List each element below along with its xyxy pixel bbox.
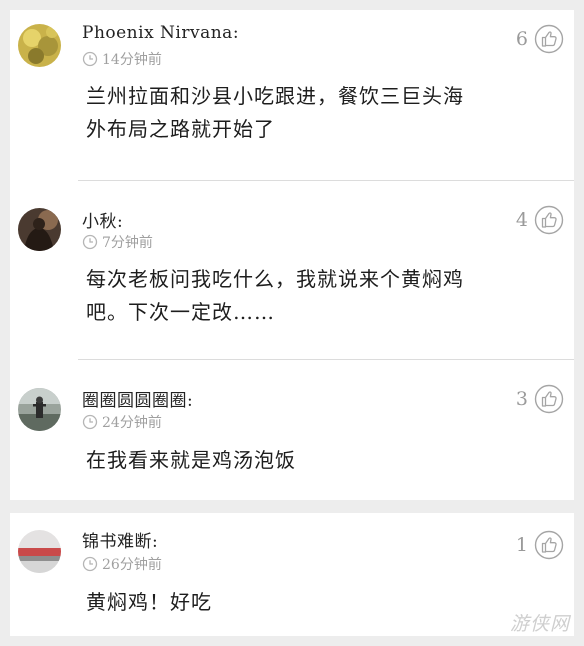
like-button[interactable]: 3: [516, 384, 564, 414]
timestamp-row: 14分钟前: [82, 50, 162, 68]
comment-text-line: 在我看来就是鸡汤泡饭: [86, 448, 296, 472]
like-button[interactable]: 1: [516, 530, 564, 560]
comment-text: 在我看来就是鸡汤泡饭: [86, 444, 556, 477]
timestamp: 14分钟前: [102, 52, 162, 68]
comment-text-line: 吧。下次一定改……: [86, 300, 275, 324]
comment-item: 圈圈圆圆圈圈: 24分钟前 3 在我看来就是鸡汤泡饭: [10, 360, 574, 500]
timestamp: 26分钟前: [102, 557, 162, 573]
clock-icon: [82, 556, 98, 572]
timestamp-row: 26分钟前: [82, 555, 162, 573]
clock-icon: [82, 234, 98, 250]
avatar[interactable]: [18, 388, 61, 431]
timestamp: 7分钟前: [102, 235, 153, 251]
comment-item: Phoenix Nirvana: 14分钟前 6 兰州拉面和沙县小吃跟进，餐饮三…: [10, 10, 574, 180]
site-watermark: 游侠网: [509, 613, 570, 635]
like-count: 1: [515, 534, 528, 556]
author-name[interactable]: 锦书难断:: [82, 527, 158, 552]
like-count: 3: [515, 388, 528, 410]
comment-text-line: 每次老板问我吃什么，我就说来个黄焖鸡: [86, 267, 464, 291]
thumbs-up-icon[interactable]: [534, 24, 564, 54]
comment-text: 每次老板问我吃什么，我就说来个黄焖鸡 吧。下次一定改……: [86, 263, 556, 329]
comment-card-group: 锦书难断: 26分钟前 1 黄焖鸡！好吃: [10, 513, 574, 636]
thumbs-up-icon[interactable]: [534, 205, 564, 235]
comment-card-group: Phoenix Nirvana: 14分钟前 6 兰州拉面和沙县小吃跟进，餐饮三…: [10, 10, 574, 500]
comment-text-line: 兰州拉面和沙县小吃跟进，餐饮三巨头海: [86, 84, 464, 108]
timestamp: 24分钟前: [102, 415, 162, 431]
author-name[interactable]: 小秋:: [82, 207, 123, 232]
timestamp-row: 7分钟前: [82, 233, 153, 251]
avatar[interactable]: [18, 530, 61, 573]
avatar[interactable]: [18, 208, 61, 251]
comment-item: 小秋: 7分钟前 4 每次老板问我吃什么，我就说来个黄焖鸡 吧。下次一定改……: [10, 181, 574, 359]
like-button[interactable]: 6: [516, 24, 564, 54]
clock-icon: [82, 51, 98, 67]
comment-text: 兰州拉面和沙县小吃跟进，餐饮三巨头海 外布局之路就开始了: [86, 80, 556, 146]
avatar[interactable]: [18, 24, 61, 67]
author-name[interactable]: Phoenix Nirvana:: [82, 23, 239, 43]
timestamp-row: 24分钟前: [82, 413, 162, 431]
comment-feed: Phoenix Nirvana: 14分钟前 6 兰州拉面和沙县小吃跟进，餐饮三…: [0, 0, 584, 646]
comment-item: 锦书难断: 26分钟前 1 黄焖鸡！好吃: [10, 513, 574, 636]
like-count: 4: [515, 209, 528, 231]
comment-text-line: 外布局之路就开始了: [86, 117, 275, 141]
thumbs-up-icon[interactable]: [534, 530, 564, 560]
like-count: 6: [515, 28, 528, 50]
comment-text-line: 黄焖鸡！好吃: [86, 590, 212, 614]
comment-text: 黄焖鸡！好吃: [86, 586, 556, 619]
author-name[interactable]: 圈圈圆圆圈圈:: [82, 386, 193, 411]
thumbs-up-icon[interactable]: [534, 384, 564, 414]
like-button[interactable]: 4: [516, 205, 564, 235]
clock-icon: [82, 414, 98, 430]
